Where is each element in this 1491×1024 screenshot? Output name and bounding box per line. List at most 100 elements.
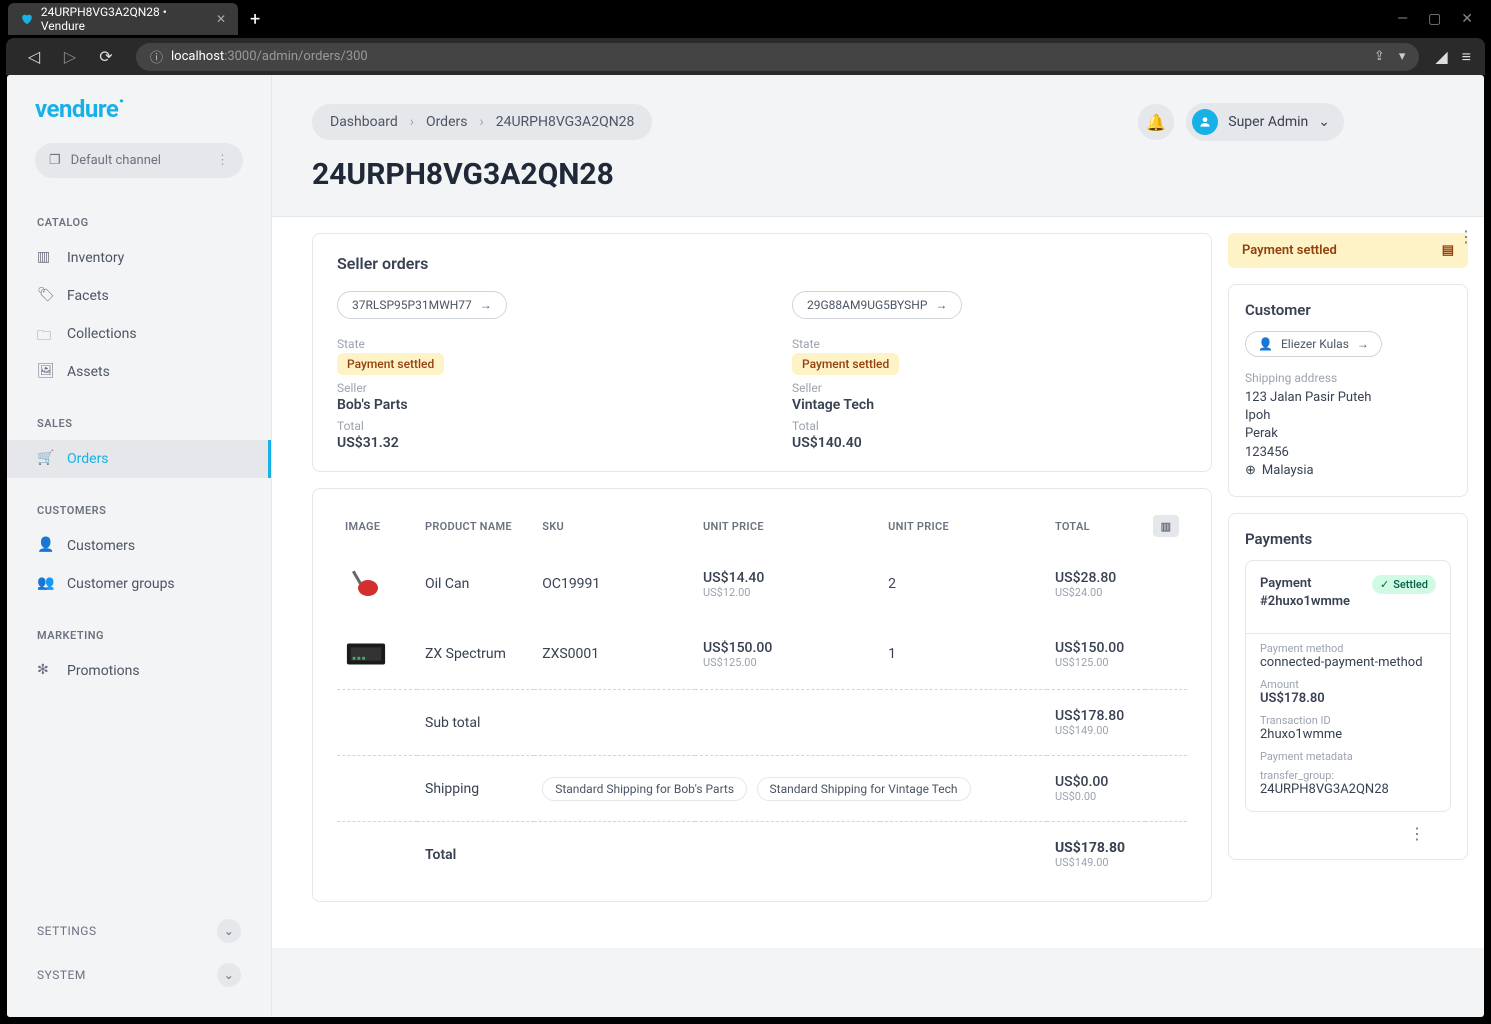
- line-total-net: US$24.00: [1055, 586, 1137, 599]
- payments-card: Payments Payment #2huxo1wmme ✓Settled Pa…: [1228, 513, 1468, 860]
- browser-tab[interactable]: 24URPH8VG3A2QN28 • Vendure ✕: [8, 3, 238, 35]
- channel-selector[interactable]: ❐ Default channel ⋮: [35, 143, 243, 178]
- customer-link[interactable]: 👤 Eliezer Kulas →: [1245, 331, 1382, 357]
- state-badge: Payment settled: [337, 353, 444, 375]
- status-text: Payment settled: [1242, 243, 1337, 258]
- share-icon[interactable]: ⇪: [1374, 49, 1385, 64]
- th-unit-price2: UNIT PRICE: [880, 503, 1047, 549]
- nav-settings[interactable]: SETTINGS ⌄: [27, 909, 251, 953]
- transfer-group: 24URPH8VG3A2QN28: [1260, 782, 1436, 797]
- user-menu[interactable]: Super Admin ⌄: [1186, 103, 1344, 141]
- browser-chrome: 24URPH8VG3A2QN28 • Vendure ✕ + — ▢ ✕ ◁ ▷…: [0, 0, 1491, 75]
- nav-system[interactable]: SYSTEM ⌄: [27, 953, 251, 997]
- window-minimize-icon[interactable]: —: [1397, 11, 1408, 27]
- new-tab-button[interactable]: +: [250, 9, 260, 30]
- state-label: State: [337, 337, 732, 351]
- nav-inventory[interactable]: ▥Inventory: [7, 239, 271, 277]
- total-label: Total: [792, 419, 1187, 433]
- page-actions-menu[interactable]: ⋮: [1458, 227, 1474, 246]
- seller-total: US$140.40: [792, 435, 1187, 451]
- notifications-button[interactable]: 🔔: [1138, 104, 1174, 140]
- nav-heading-customers: CUSTOMERS: [7, 494, 271, 527]
- quantity: 2: [880, 549, 1047, 619]
- arrow-right-icon: →: [480, 298, 492, 312]
- addr-line: Perak: [1245, 425, 1451, 443]
- unit-price-net: US$12.00: [703, 586, 872, 599]
- product-sku: OC19991: [534, 549, 695, 619]
- payment-box: Payment #2huxo1wmme ✓Settled Payment met…: [1245, 560, 1451, 812]
- seller-order-link[interactable]: 37RLSP95P31MWH77→: [337, 291, 507, 319]
- breadcrumb-current: 24URPH8VG3A2QN28: [496, 114, 635, 130]
- nav-orders[interactable]: 🛒 Orders: [7, 440, 271, 478]
- shipping-address: 123 Jalan Pasir Puteh Ipoh Perak 123456 …: [1245, 389, 1451, 480]
- payment-meta-label: Payment metadata: [1260, 750, 1436, 763]
- chevron-down-icon: ⌄: [1318, 114, 1330, 130]
- nav-label: Collections: [67, 326, 137, 342]
- channel-name: Default channel: [71, 153, 161, 168]
- total-label: Total: [337, 419, 732, 433]
- nav-label: Customers: [67, 538, 135, 554]
- breadcrumb-dashboard[interactable]: Dashboard: [330, 114, 398, 130]
- seller-order-link[interactable]: 29G88AM9UG5BYSHP→: [792, 291, 962, 319]
- extensions-icon[interactable]: ◢: [1435, 47, 1447, 66]
- users-icon: 👥: [37, 575, 55, 593]
- shipping-total-net: US$0.00: [1055, 790, 1137, 803]
- brave-shield-icon[interactable]: ▾: [1399, 49, 1406, 64]
- insecure-icon: ⓘ: [150, 47, 163, 66]
- url-path: :3000/admin/orders/300: [224, 49, 368, 64]
- url-bar[interactable]: ⓘ localhost:3000/admin/orders/300 ⇪ ▾: [136, 43, 1419, 71]
- chevron-right-icon: ›: [410, 114, 414, 130]
- breadcrumb-orders[interactable]: Orders: [426, 114, 468, 130]
- payment-actions-menu[interactable]: ⋮: [1245, 824, 1451, 843]
- subtotal-row: Sub total US$178.80US$149.00: [337, 690, 1187, 756]
- channel-menu-icon[interactable]: ⋮: [216, 153, 229, 168]
- product-image: [345, 563, 387, 605]
- nav-heading-system: SYSTEM: [37, 968, 86, 982]
- payments-heading: Payments: [1245, 530, 1451, 548]
- browser-reload-button[interactable]: ⟳: [92, 47, 120, 66]
- nav-label: Customer groups: [67, 576, 175, 592]
- browser-forward-button[interactable]: ▷: [56, 47, 84, 66]
- subtotal-label: Sub total: [417, 690, 534, 756]
- tab-title: 24URPH8VG3A2QN28 • Vendure: [41, 5, 200, 33]
- txn-id: 2huxo1wmme: [1260, 727, 1436, 742]
- line-total-net: US$125.00: [1055, 656, 1137, 669]
- shipping-address-label: Shipping address: [1245, 371, 1451, 385]
- globe-icon: ⊕: [1245, 462, 1256, 480]
- chevron-down-icon[interactable]: ⌄: [217, 963, 241, 987]
- window-maximize-icon[interactable]: ▢: [1428, 11, 1441, 27]
- oil-can-icon: [346, 564, 386, 604]
- addr-line: Ipoh: [1245, 407, 1451, 425]
- cart-icon: 🛒: [37, 450, 55, 468]
- table-columns-button[interactable]: ▥: [1153, 515, 1179, 537]
- subtotal-value: US$178.80: [1055, 708, 1137, 724]
- nav-heading-settings: SETTINGS: [37, 924, 97, 938]
- seller-orders-card: Seller orders 37RLSP95P31MWH77→ State Pa…: [312, 233, 1212, 472]
- app-shell: vendure˙ ❐ Default channel ⋮ CATALOG ▥In…: [7, 75, 1484, 1017]
- txn-id-label: Transaction ID: [1260, 714, 1436, 727]
- chevron-down-icon[interactable]: ⌄: [217, 919, 241, 943]
- content-area: ⋮ Seller orders 37RLSP95P31MWH77→ State …: [272, 216, 1484, 948]
- nav-facets[interactable]: 🏷Facets: [7, 277, 271, 315]
- shipping-row: Shipping Standard Shipping for Bob's Par…: [337, 756, 1187, 822]
- user-icon: [1198, 115, 1212, 129]
- line-total: US$28.80: [1055, 570, 1137, 586]
- seller-label: Seller: [337, 381, 732, 395]
- nav-customer-groups[interactable]: 👥 Customer groups: [7, 565, 271, 603]
- nav-promotions[interactable]: ✻Promotions: [7, 652, 271, 690]
- browser-back-button[interactable]: ◁: [20, 47, 48, 66]
- tab-close-icon[interactable]: ✕: [216, 12, 226, 26]
- nav-customers[interactable]: 👤Customers: [7, 527, 271, 565]
- th-image: IMAGE: [337, 503, 417, 549]
- seller-orders-heading: Seller orders: [337, 254, 1187, 273]
- addr-country: Malaysia: [1262, 462, 1314, 480]
- browser-menu-icon[interactable]: ≡: [1462, 47, 1471, 67]
- unit-price: US$150.00: [703, 640, 872, 656]
- nav-assets[interactable]: 🖼Assets: [7, 353, 271, 391]
- nav-label: Orders: [67, 451, 109, 467]
- addr-line: 123 Jalan Pasir Puteh: [1245, 389, 1451, 407]
- product-name: ZX Spectrum: [417, 619, 534, 690]
- window-close-icon[interactable]: ✕: [1461, 11, 1473, 27]
- nav-heading-sales: SALES: [7, 407, 271, 440]
- nav-collections[interactable]: 🗀Collections: [7, 315, 271, 353]
